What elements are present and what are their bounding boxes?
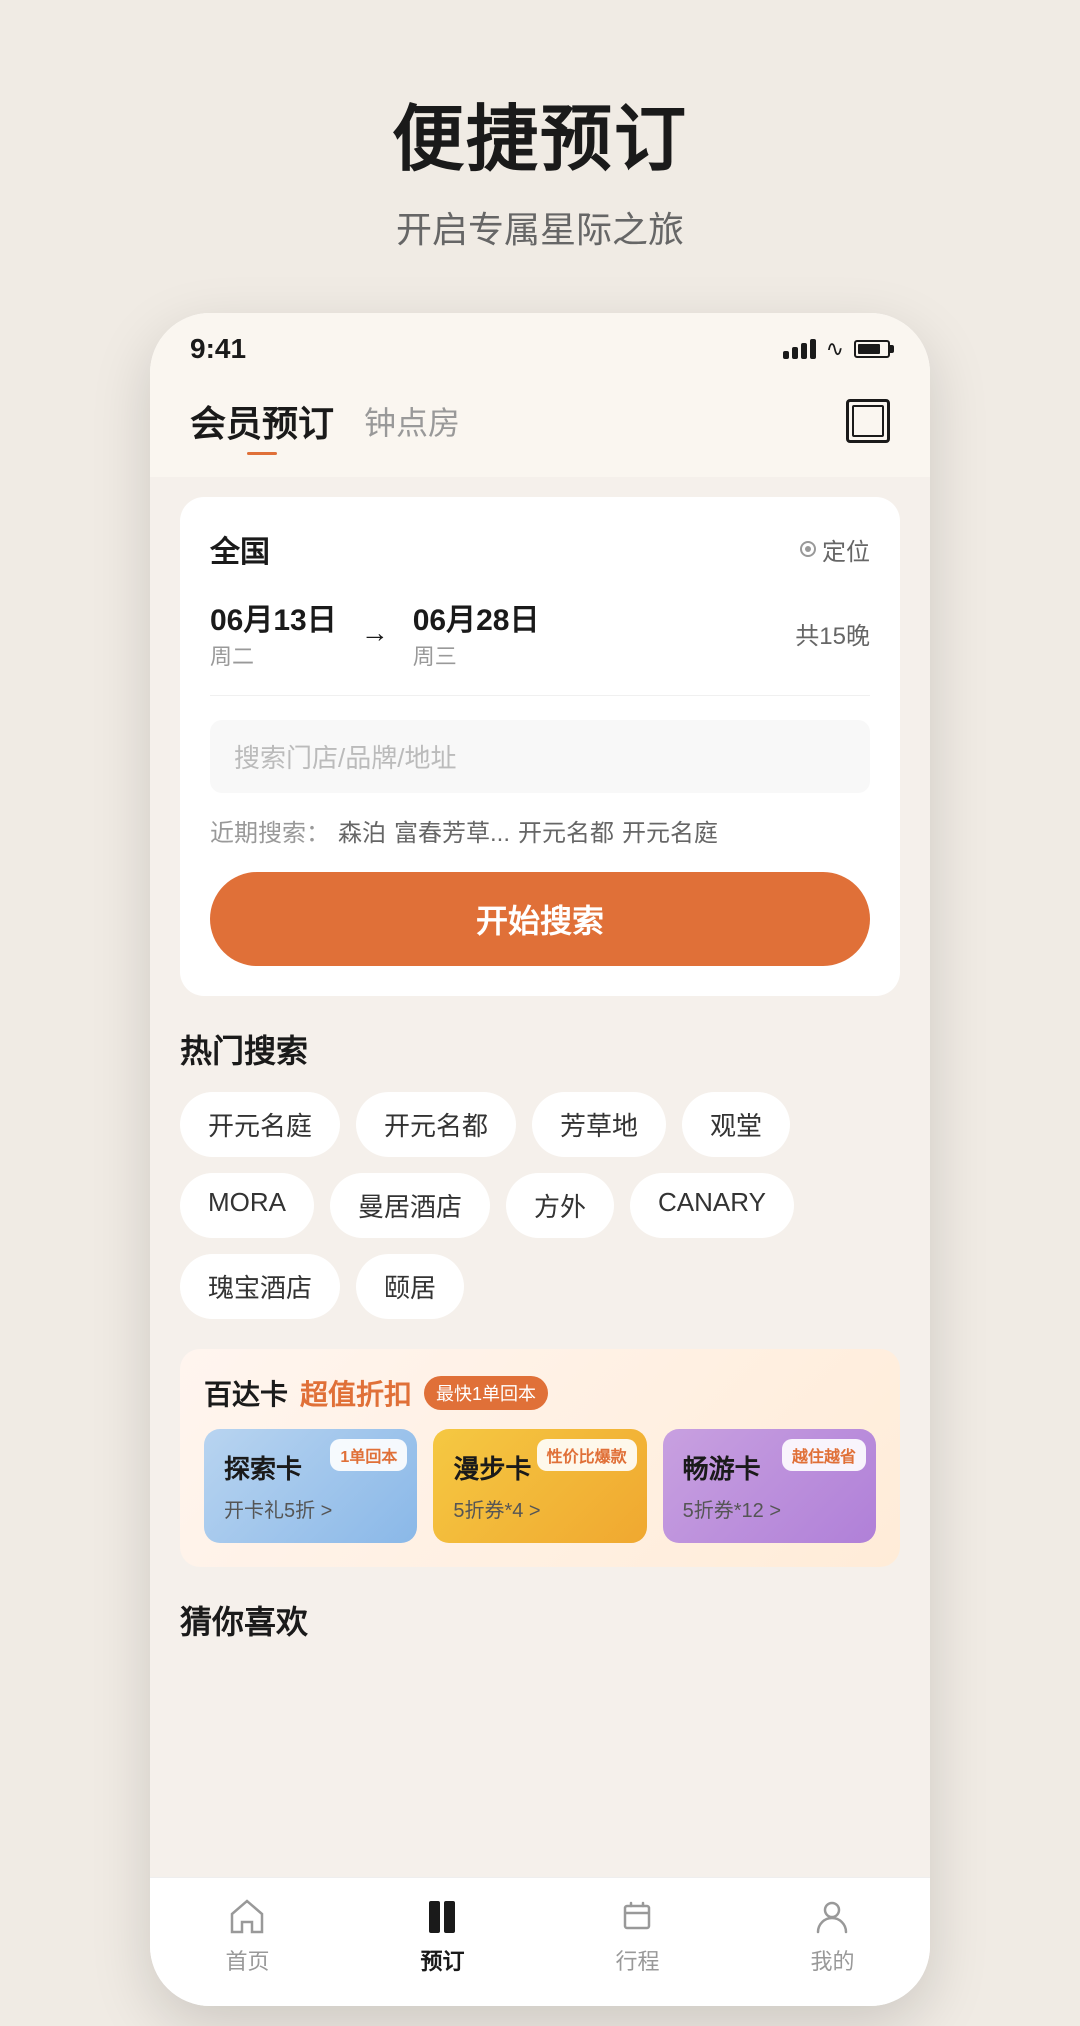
booking-icon xyxy=(420,1894,464,1938)
date-start-day: 周二 xyxy=(210,639,337,671)
promo-card-desc: 开卡礼5折 > xyxy=(224,1494,397,1523)
location-row: 全国 定位 xyxy=(210,527,870,571)
hot-tag[interactable]: 方外 xyxy=(506,1173,614,1238)
promo-card-explore[interactable]: 1单回本 探索卡 开卡礼5折 > xyxy=(204,1429,417,1543)
battery-icon xyxy=(854,340,890,358)
search-card: 全国 定位 06月13日 周二 → 06月28日 周三 共15晚 xyxy=(180,497,900,996)
hot-tag[interactable]: 曼居酒店 xyxy=(330,1173,490,1238)
sub-title: 开启专属星际之旅 xyxy=(392,201,688,253)
wifi-icon: ∿ xyxy=(826,336,844,362)
promo-card-desc: 5折券*12 > xyxy=(683,1494,856,1523)
nav-item-trip[interactable]: 行程 xyxy=(615,1894,659,1976)
nav-item-mine[interactable]: 我的 xyxy=(810,1894,854,1976)
date-start[interactable]: 06月13日 周二 xyxy=(210,595,337,671)
guess-section-title: 猜你喜欢 xyxy=(180,1597,900,1643)
promo-card-badge: 性价比爆款 xyxy=(537,1439,637,1471)
promo-cards: 1单回本 探索卡 开卡礼5折 > 性价比爆款 漫步卡 5折券*4 > 越住越省 … xyxy=(204,1429,876,1543)
hot-tags: 开元名庭 开元名都 芳草地 观堂 MORA 曼居酒店 方外 CANARY 瑰宝酒… xyxy=(180,1092,900,1319)
recent-label: 近期搜索： xyxy=(210,813,330,848)
date-end[interactable]: 06月28日 周三 xyxy=(413,595,540,671)
hot-tag[interactable]: 开元名庭 xyxy=(180,1092,340,1157)
hot-search-section: 热门搜索 开元名庭 开元名都 芳草地 观堂 MORA 曼居酒店 方外 CANAR… xyxy=(180,1026,900,1319)
page-header: 便捷预订 开启专属星际之旅 xyxy=(392,0,688,293)
trip-icon xyxy=(615,1894,659,1938)
qr-icon[interactable] xyxy=(846,399,890,443)
location-button[interactable]: 定位 xyxy=(800,532,870,567)
nav-label-mine: 我的 xyxy=(810,1944,854,1976)
promo-card-travel[interactable]: 越住越省 畅游卡 5折券*12 > xyxy=(663,1429,876,1543)
promo-title-main: 百达卡 xyxy=(204,1373,288,1413)
search-button[interactable]: 开始搜索 xyxy=(210,872,870,966)
home-icon xyxy=(225,1894,269,1938)
nav-item-booking[interactable]: 预订 xyxy=(420,1894,464,1976)
location-dot-icon xyxy=(800,541,816,557)
status-bar: 9:41 ∿ xyxy=(150,313,930,375)
date-arrow-icon: → xyxy=(361,617,389,649)
hot-tag[interactable]: 瑰宝酒店 xyxy=(180,1254,340,1319)
date-row[interactable]: 06月13日 周二 → 06月28日 周三 共15晚 xyxy=(210,595,870,696)
search-placeholder: 搜索门店/品牌/地址 xyxy=(234,743,456,773)
phone-content: 全国 定位 06月13日 周二 → 06月28日 周三 共15晚 xyxy=(150,477,930,1877)
promo-badge: 最快1单回本 xyxy=(424,1376,548,1410)
recent-item[interactable]: 开元名都 xyxy=(518,813,614,848)
promo-card-badge: 越住越省 xyxy=(782,1439,866,1471)
promo-card-badge: 1单回本 xyxy=(330,1439,407,1471)
promo-header: 百达卡 超值折扣 最快1单回本 xyxy=(204,1373,876,1413)
time: 9:41 xyxy=(190,333,246,365)
signal-icon xyxy=(783,339,816,359)
location-text[interactable]: 全国 xyxy=(210,527,270,571)
nav-tabs: 会员预订 钟点房 xyxy=(190,395,460,447)
promo-title-sub: 超值折扣 xyxy=(300,1373,412,1413)
promo-card-walk[interactable]: 性价比爆款 漫步卡 5折券*4 > xyxy=(433,1429,646,1543)
recent-item[interactable]: 森泊 xyxy=(338,813,386,848)
promo-section: 百达卡 超值折扣 最快1单回本 1单回本 探索卡 开卡礼5折 > 性价比爆款 漫… xyxy=(180,1349,900,1567)
date-nights: 共15晚 xyxy=(795,616,870,651)
tab-hourly-room[interactable]: 钟点房 xyxy=(364,398,460,444)
phone-frame: 9:41 ∿ 会员预订 钟点房 全国 定位 xyxy=(150,313,930,2006)
hot-tag-canary[interactable]: CANARY xyxy=(630,1173,794,1238)
promo-card-desc: 5折券*4 > xyxy=(453,1494,626,1523)
search-input[interactable]: 搜索门店/品牌/地址 xyxy=(210,720,870,793)
nav-header: 会员预订 钟点房 xyxy=(150,375,930,477)
hot-tag[interactable]: 芳草地 xyxy=(532,1092,666,1157)
tab-member-booking[interactable]: 会员预订 xyxy=(190,395,334,447)
nav-label-trip: 行程 xyxy=(615,1944,659,1976)
main-title: 便捷预订 xyxy=(392,80,688,185)
nav-item-home[interactable]: 首页 xyxy=(225,1894,269,1976)
hot-search-title: 热门搜索 xyxy=(180,1026,900,1072)
hot-tag[interactable]: MORA xyxy=(180,1173,314,1238)
date-start-main: 06月13日 xyxy=(210,595,337,639)
hot-tag[interactable]: 颐居 xyxy=(356,1254,464,1319)
nav-label-booking: 预订 xyxy=(420,1944,464,1976)
date-end-day: 周三 xyxy=(413,639,540,671)
date-end-main: 06月28日 xyxy=(413,595,540,639)
recent-item[interactable]: 开元名庭 xyxy=(622,813,718,848)
recent-search: 近期搜索： 森泊 富春芳草... 开元名都 开元名庭 xyxy=(210,813,870,848)
nav-label-home: 首页 xyxy=(225,1944,269,1976)
hot-tag[interactable]: 观堂 xyxy=(682,1092,790,1157)
hot-tag[interactable]: 开元名都 xyxy=(356,1092,516,1157)
status-icons: ∿ xyxy=(783,336,890,362)
recent-item[interactable]: 富春芳草... xyxy=(394,813,510,848)
location-label: 定位 xyxy=(822,532,870,567)
mine-icon xyxy=(810,1894,854,1938)
bottom-nav: 首页 预订 行程 xyxy=(150,1877,930,2006)
